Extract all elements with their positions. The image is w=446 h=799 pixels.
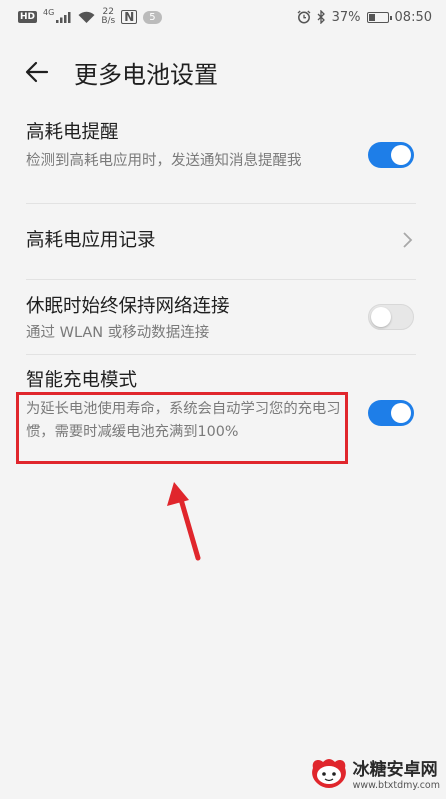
keep-network-toggle[interactable] (368, 304, 414, 330)
high-power-alert-toggle[interactable] (368, 142, 414, 168)
status-bar: HD 4G 22 B/s N 5 37% 08:50 (0, 0, 446, 34)
bluetooth-icon (317, 10, 325, 24)
setting-title: 高耗电应用记录 (26, 230, 156, 251)
network-speed: 22 B/s (101, 8, 115, 26)
setting-high-power-record[interactable]: 高耗电应用记录 (0, 226, 446, 258)
watermark-name: 冰糖安卓网 (352, 760, 438, 780)
toggle-knob (371, 307, 391, 327)
wifi-icon (78, 11, 95, 23)
network-type: 4G (43, 7, 55, 17)
clock: 08:50 (394, 9, 432, 25)
smart-charge-toggle[interactable] (368, 400, 414, 426)
toggle-knob (391, 145, 411, 165)
back-button[interactable] (22, 57, 52, 87)
status-bar-left: HD 4G 22 B/s N 5 (18, 8, 162, 26)
setting-description: 检测到高耗电应用时，发送通知消息提醒我 (26, 153, 302, 169)
divider (26, 203, 416, 204)
watermark: 冰糖安卓网 www.btxtdmy.com (309, 755, 440, 791)
notification-count-badge: 5 (143, 10, 162, 24)
page-title: 更多电池设置 (74, 60, 218, 89)
speed-unit: B/s (101, 16, 116, 26)
alarm-icon (297, 10, 311, 24)
chevron-right-icon (403, 232, 413, 248)
setting-title: 高耗电提醒 (26, 122, 119, 143)
divider (26, 354, 416, 355)
battery-percent: 37% (331, 9, 361, 25)
back-arrow-icon (25, 61, 49, 83)
battery-icon (366, 11, 392, 23)
status-bar-right: 37% 08:50 (297, 10, 432, 25)
divider (26, 279, 416, 280)
setting-title: 智能充电模式 (26, 370, 138, 391)
setting-description: 通过 WLAN 或移动数据连接 (26, 325, 210, 341)
nfc-icon: N (121, 10, 138, 24)
setting-title: 休眠时始终保持网络连接 (26, 296, 230, 317)
watermark-logo-icon (311, 759, 346, 788)
annotation-arrow-icon (167, 482, 201, 561)
hd-icon: HD (18, 11, 38, 23)
header: 更多电池设置 (0, 52, 446, 92)
battery-level (368, 13, 375, 21)
setting-keep-network[interactable]: 休眠时始终保持网络连接 通过 WLAN 或移动数据连接 (0, 292, 446, 346)
setting-high-power-alert[interactable]: 高耗电提醒 检测到高耗电应用时，发送通知消息提醒我 (0, 118, 446, 200)
signal-icon (56, 12, 71, 23)
watermark-url: www.btxtdmy.com (352, 780, 440, 791)
toggle-knob (391, 403, 411, 423)
annotation-highlight-box (16, 392, 348, 464)
